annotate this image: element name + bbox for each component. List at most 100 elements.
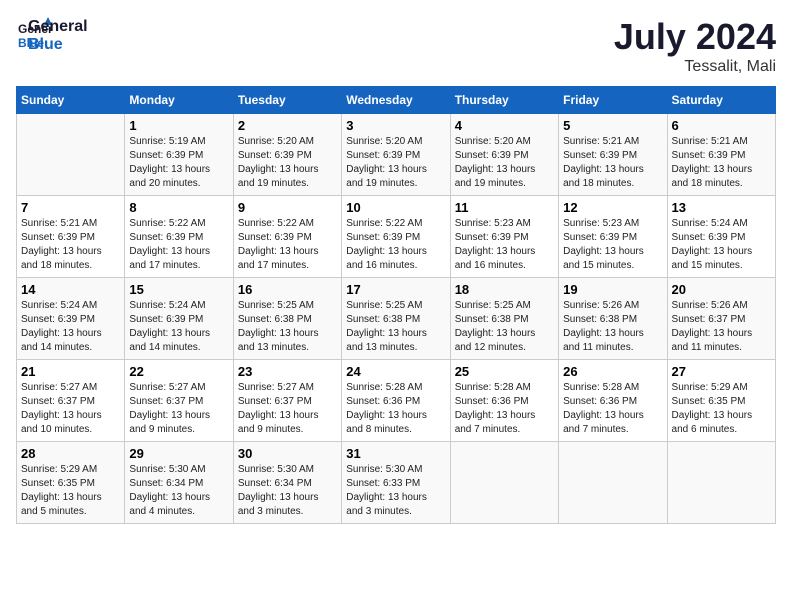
logo-general: General bbox=[28, 18, 88, 36]
sunrise-text: Sunrise: 5:25 AM bbox=[346, 300, 422, 311]
sunrise-text: Sunrise: 5:24 AM bbox=[672, 218, 748, 229]
day-number: 6 bbox=[672, 118, 771, 133]
day-number: 28 bbox=[21, 446, 120, 461]
sunrise-text: Sunrise: 5:19 AM bbox=[129, 136, 205, 147]
daylight-text: Daylight: 13 hours and 18 minutes. bbox=[563, 164, 644, 189]
day-info: Sunrise: 5:24 AM Sunset: 6:39 PM Dayligh… bbox=[129, 299, 228, 355]
day-info: Sunrise: 5:22 AM Sunset: 6:39 PM Dayligh… bbox=[346, 217, 445, 273]
daylight-text: Daylight: 13 hours and 14 minutes. bbox=[21, 328, 102, 353]
logo-blue: Blue bbox=[28, 36, 88, 54]
calendar-cell: 29 Sunrise: 5:30 AM Sunset: 6:34 PM Dayl… bbox=[125, 442, 233, 524]
header-day-sunday: Sunday bbox=[17, 87, 125, 114]
sunset-text: Sunset: 6:39 PM bbox=[346, 232, 420, 243]
daylight-text: Daylight: 13 hours and 6 minutes. bbox=[672, 410, 753, 435]
sunset-text: Sunset: 6:39 PM bbox=[455, 232, 529, 243]
sunset-text: Sunset: 6:39 PM bbox=[238, 232, 312, 243]
day-number: 15 bbox=[129, 282, 228, 297]
day-info: Sunrise: 5:22 AM Sunset: 6:39 PM Dayligh… bbox=[238, 217, 337, 273]
calendar-cell: 28 Sunrise: 5:29 AM Sunset: 6:35 PM Dayl… bbox=[17, 442, 125, 524]
sunrise-text: Sunrise: 5:20 AM bbox=[238, 136, 314, 147]
sunrise-text: Sunrise: 5:22 AM bbox=[346, 218, 422, 229]
calendar-cell: 21 Sunrise: 5:27 AM Sunset: 6:37 PM Dayl… bbox=[17, 360, 125, 442]
sunrise-text: Sunrise: 5:30 AM bbox=[129, 464, 205, 475]
day-info: Sunrise: 5:21 AM Sunset: 6:39 PM Dayligh… bbox=[563, 135, 662, 191]
header-day-wednesday: Wednesday bbox=[342, 87, 450, 114]
day-info: Sunrise: 5:29 AM Sunset: 6:35 PM Dayligh… bbox=[672, 381, 771, 437]
daylight-text: Daylight: 13 hours and 17 minutes. bbox=[129, 246, 210, 271]
sunrise-text: Sunrise: 5:20 AM bbox=[346, 136, 422, 147]
day-number: 27 bbox=[672, 364, 771, 379]
day-info: Sunrise: 5:20 AM Sunset: 6:39 PM Dayligh… bbox=[346, 135, 445, 191]
day-number: 30 bbox=[238, 446, 337, 461]
sunrise-text: Sunrise: 5:21 AM bbox=[563, 136, 639, 147]
day-number: 4 bbox=[455, 118, 554, 133]
sunset-text: Sunset: 6:39 PM bbox=[672, 232, 746, 243]
day-info: Sunrise: 5:27 AM Sunset: 6:37 PM Dayligh… bbox=[129, 381, 228, 437]
day-number: 21 bbox=[21, 364, 120, 379]
day-info: Sunrise: 5:21 AM Sunset: 6:39 PM Dayligh… bbox=[672, 135, 771, 191]
day-info: Sunrise: 5:24 AM Sunset: 6:39 PM Dayligh… bbox=[21, 299, 120, 355]
daylight-text: Daylight: 13 hours and 19 minutes. bbox=[346, 164, 427, 189]
day-number: 24 bbox=[346, 364, 445, 379]
sunrise-text: Sunrise: 5:27 AM bbox=[238, 382, 314, 393]
sunrise-text: Sunrise: 5:22 AM bbox=[238, 218, 314, 229]
day-number: 17 bbox=[346, 282, 445, 297]
daylight-text: Daylight: 13 hours and 3 minutes. bbox=[238, 492, 319, 517]
sunset-text: Sunset: 6:36 PM bbox=[455, 396, 529, 407]
day-number: 7 bbox=[21, 200, 120, 215]
day-info: Sunrise: 5:28 AM Sunset: 6:36 PM Dayligh… bbox=[563, 381, 662, 437]
sunset-text: Sunset: 6:39 PM bbox=[129, 232, 203, 243]
day-info: Sunrise: 5:30 AM Sunset: 6:34 PM Dayligh… bbox=[129, 463, 228, 519]
calendar-cell: 26 Sunrise: 5:28 AM Sunset: 6:36 PM Dayl… bbox=[559, 360, 667, 442]
day-info: Sunrise: 5:24 AM Sunset: 6:39 PM Dayligh… bbox=[672, 217, 771, 273]
daylight-text: Daylight: 13 hours and 16 minutes. bbox=[346, 246, 427, 271]
sunset-text: Sunset: 6:37 PM bbox=[21, 396, 95, 407]
header-day-tuesday: Tuesday bbox=[233, 87, 341, 114]
day-info: Sunrise: 5:26 AM Sunset: 6:38 PM Dayligh… bbox=[563, 299, 662, 355]
sunset-text: Sunset: 6:39 PM bbox=[238, 150, 312, 161]
sunset-text: Sunset: 6:39 PM bbox=[21, 314, 95, 325]
calendar-cell: 3 Sunrise: 5:20 AM Sunset: 6:39 PM Dayli… bbox=[342, 114, 450, 196]
day-number: 12 bbox=[563, 200, 662, 215]
sunset-text: Sunset: 6:33 PM bbox=[346, 478, 420, 489]
calendar-week-3: 14 Sunrise: 5:24 AM Sunset: 6:39 PM Dayl… bbox=[17, 278, 776, 360]
day-info: Sunrise: 5:30 AM Sunset: 6:33 PM Dayligh… bbox=[346, 463, 445, 519]
calendar-cell: 6 Sunrise: 5:21 AM Sunset: 6:39 PM Dayli… bbox=[667, 114, 775, 196]
calendar-cell: 12 Sunrise: 5:23 AM Sunset: 6:39 PM Dayl… bbox=[559, 196, 667, 278]
daylight-text: Daylight: 13 hours and 14 minutes. bbox=[129, 328, 210, 353]
day-number: 8 bbox=[129, 200, 228, 215]
day-info: Sunrise: 5:23 AM Sunset: 6:39 PM Dayligh… bbox=[455, 217, 554, 273]
sunrise-text: Sunrise: 5:29 AM bbox=[21, 464, 97, 475]
sunset-text: Sunset: 6:35 PM bbox=[672, 396, 746, 407]
calendar-cell: 30 Sunrise: 5:30 AM Sunset: 6:34 PM Dayl… bbox=[233, 442, 341, 524]
title-section: July 2024 Tessalit, Mali bbox=[614, 16, 776, 76]
sunset-text: Sunset: 6:39 PM bbox=[129, 314, 203, 325]
location-title: Tessalit, Mali bbox=[614, 58, 776, 76]
sunset-text: Sunset: 6:39 PM bbox=[672, 150, 746, 161]
day-number: 14 bbox=[21, 282, 120, 297]
sunset-text: Sunset: 6:39 PM bbox=[129, 150, 203, 161]
daylight-text: Daylight: 13 hours and 15 minutes. bbox=[563, 246, 644, 271]
calendar-week-1: 1 Sunrise: 5:19 AM Sunset: 6:39 PM Dayli… bbox=[17, 114, 776, 196]
daylight-text: Daylight: 13 hours and 13 minutes. bbox=[238, 328, 319, 353]
calendar-cell: 20 Sunrise: 5:26 AM Sunset: 6:37 PM Dayl… bbox=[667, 278, 775, 360]
calendar-week-5: 28 Sunrise: 5:29 AM Sunset: 6:35 PM Dayl… bbox=[17, 442, 776, 524]
day-number: 26 bbox=[563, 364, 662, 379]
sunrise-text: Sunrise: 5:21 AM bbox=[21, 218, 97, 229]
daylight-text: Daylight: 13 hours and 9 minutes. bbox=[238, 410, 319, 435]
day-number: 31 bbox=[346, 446, 445, 461]
daylight-text: Daylight: 13 hours and 15 minutes. bbox=[672, 246, 753, 271]
calendar-cell: 24 Sunrise: 5:28 AM Sunset: 6:36 PM Dayl… bbox=[342, 360, 450, 442]
day-number: 20 bbox=[672, 282, 771, 297]
sunrise-text: Sunrise: 5:23 AM bbox=[455, 218, 531, 229]
sunset-text: Sunset: 6:39 PM bbox=[563, 150, 637, 161]
day-number: 3 bbox=[346, 118, 445, 133]
sunrise-text: Sunrise: 5:21 AM bbox=[672, 136, 748, 147]
calendar-week-2: 7 Sunrise: 5:21 AM Sunset: 6:39 PM Dayli… bbox=[17, 196, 776, 278]
day-number: 9 bbox=[238, 200, 337, 215]
daylight-text: Daylight: 13 hours and 5 minutes. bbox=[21, 492, 102, 517]
calendar-cell: 13 Sunrise: 5:24 AM Sunset: 6:39 PM Dayl… bbox=[667, 196, 775, 278]
calendar-cell: 1 Sunrise: 5:19 AM Sunset: 6:39 PM Dayli… bbox=[125, 114, 233, 196]
calendar-body: 1 Sunrise: 5:19 AM Sunset: 6:39 PM Dayli… bbox=[17, 114, 776, 524]
day-number: 1 bbox=[129, 118, 228, 133]
